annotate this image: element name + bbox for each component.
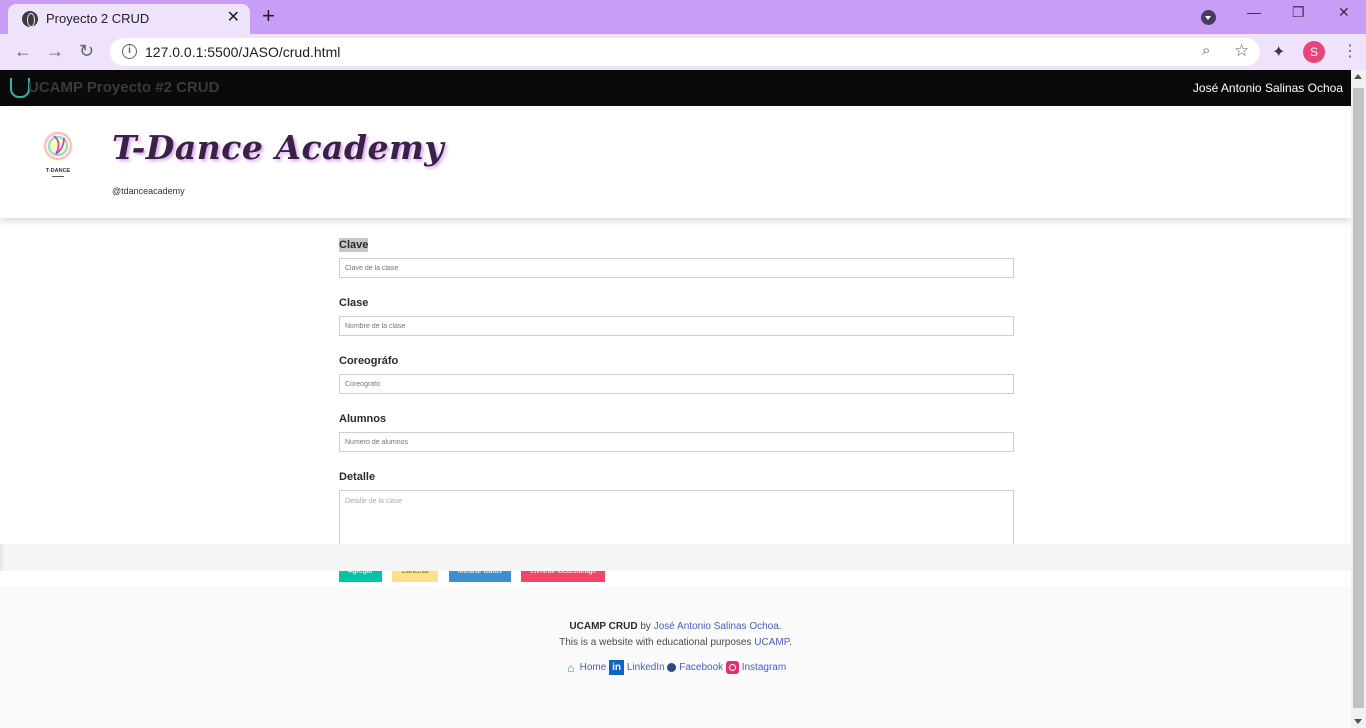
minimize-button[interactable]: — xyxy=(1247,4,1261,20)
window-close-button[interactable]: ✕ xyxy=(1338,4,1350,21)
address-bar[interactable]: i 127.0.0.1:5500/JASO/crud.html ⌕ ☆ xyxy=(110,38,1260,66)
scroll-down-icon[interactable] xyxy=(1354,719,1362,724)
instagram-icon xyxy=(725,661,739,674)
browser-toolbar: ← → ↻ i 127.0.0.1:5500/JASO/crud.html ⌕ … xyxy=(0,34,1366,70)
home-icon: ⌂ xyxy=(567,660,575,675)
field-clave: Clave xyxy=(339,235,1014,278)
field-detalle: Detalle Detalle de la clase xyxy=(339,467,1014,554)
bookmark-star-icon[interactable]: ☆ xyxy=(1234,41,1249,61)
footer-by: by xyxy=(640,621,651,632)
scrollbar-thumb[interactable] xyxy=(1353,88,1364,708)
clase-input[interactable] xyxy=(339,316,1014,336)
browser-tab-strip: Proyecto 2 CRUD ✕ + — ❐ ✕ xyxy=(0,0,1366,34)
extensions-puzzle-icon[interactable]: ✦ xyxy=(1272,42,1285,62)
footer-ucamp-link[interactable]: UCAMP xyxy=(754,637,789,648)
zoom-icon[interactable]: ⌕ xyxy=(1202,42,1210,59)
page-viewport: UCAMP Proyecto #2 CRUD José Antonio Sali… xyxy=(0,70,1351,728)
coreografo-input[interactable] xyxy=(339,374,1014,394)
profile-avatar[interactable]: S xyxy=(1303,41,1325,63)
field-alumnos: Alumnos xyxy=(339,409,1014,452)
instagram-link[interactable]: Instagram xyxy=(742,662,786,673)
home-link[interactable]: Home xyxy=(580,662,607,673)
social-handle: @tdanceacademy xyxy=(112,186,185,196)
alumnos-input[interactable] xyxy=(339,432,1014,452)
facebook-icon xyxy=(667,663,677,672)
navbar-author: José Antonio Salinas Ochoa xyxy=(1192,81,1343,95)
field-label: Clase xyxy=(339,297,369,309)
linkedin-icon: in xyxy=(609,660,625,675)
page-footer: UCAMP CRUD by José Antonio Salinas Ochoa… xyxy=(0,586,1351,728)
footer-brand: UCAMP CRUD xyxy=(569,621,638,632)
tab-search-icon[interactable] xyxy=(1201,10,1216,25)
logo-caption: T-DANCE xyxy=(46,168,71,174)
textarea-placeholder: Detalle de la clase xyxy=(345,498,403,505)
site-info-icon[interactable]: i xyxy=(122,44,137,59)
browser-menu-icon[interactable]: ⋮ xyxy=(1342,41,1358,61)
footer-credit: UCAMP CRUD by José Antonio Salinas Ochoa… xyxy=(569,621,782,632)
browser-tab[interactable]: Proyecto 2 CRUD ✕ xyxy=(8,4,250,34)
new-tab-button[interactable]: + xyxy=(262,4,275,28)
crud-form: Clave Clase Coreográfo Alumnos Detalle xyxy=(339,235,1014,582)
top-navbar: UCAMP Proyecto #2 CRUD José Antonio Sali… xyxy=(0,70,1351,106)
ucamp-logo-icon xyxy=(10,78,30,98)
tab-close-icon[interactable]: ✕ xyxy=(227,9,240,27)
data-display-area xyxy=(0,544,1351,571)
field-coreografo: Coreográfo xyxy=(339,351,1014,394)
globe-icon xyxy=(22,11,38,27)
url-text[interactable]: 127.0.0.1:5500/JASO/crud.html xyxy=(145,44,340,60)
field-label: Alumnos xyxy=(339,413,387,425)
reload-icon[interactable]: ↻ xyxy=(79,40,94,62)
field-label: Clave xyxy=(339,238,369,252)
navbar-brand[interactable]: UCAMP Proyecto #2 CRUD xyxy=(28,79,219,96)
tab-title: Proyecto 2 CRUD xyxy=(46,11,150,26)
scroll-up-icon[interactable] xyxy=(1354,74,1362,79)
hero-header: T-DANCE T-Dance Academy @tdanceacademy xyxy=(0,106,1351,218)
page-title: T-Dance Academy xyxy=(112,128,445,167)
back-icon[interactable]: ← xyxy=(14,40,32,62)
footer-purpose: This is a website with educational purpo… xyxy=(559,637,792,648)
field-label: Detalle xyxy=(339,471,376,483)
field-clase: Clase xyxy=(339,293,1014,336)
facebook-link[interactable]: Facebook xyxy=(679,662,723,673)
clave-input[interactable] xyxy=(339,258,1014,278)
page-scrollbar[interactable] xyxy=(1351,70,1366,728)
restore-button[interactable]: ❐ xyxy=(1292,4,1305,21)
linkedin-link[interactable]: LinkedIn xyxy=(627,662,665,673)
footer-purpose-text: This is a website with educational purpo… xyxy=(559,637,752,648)
footer-author-link[interactable]: José Antonio Salinas Ochoa xyxy=(654,621,779,632)
field-label: Coreográfo xyxy=(339,355,399,367)
footer-social-links: ⌂ Home in LinkedIn Facebook Instagram xyxy=(0,660,1351,675)
forward-icon[interactable]: → xyxy=(46,40,64,62)
tdance-logo-image: T-DANCE xyxy=(43,131,73,177)
